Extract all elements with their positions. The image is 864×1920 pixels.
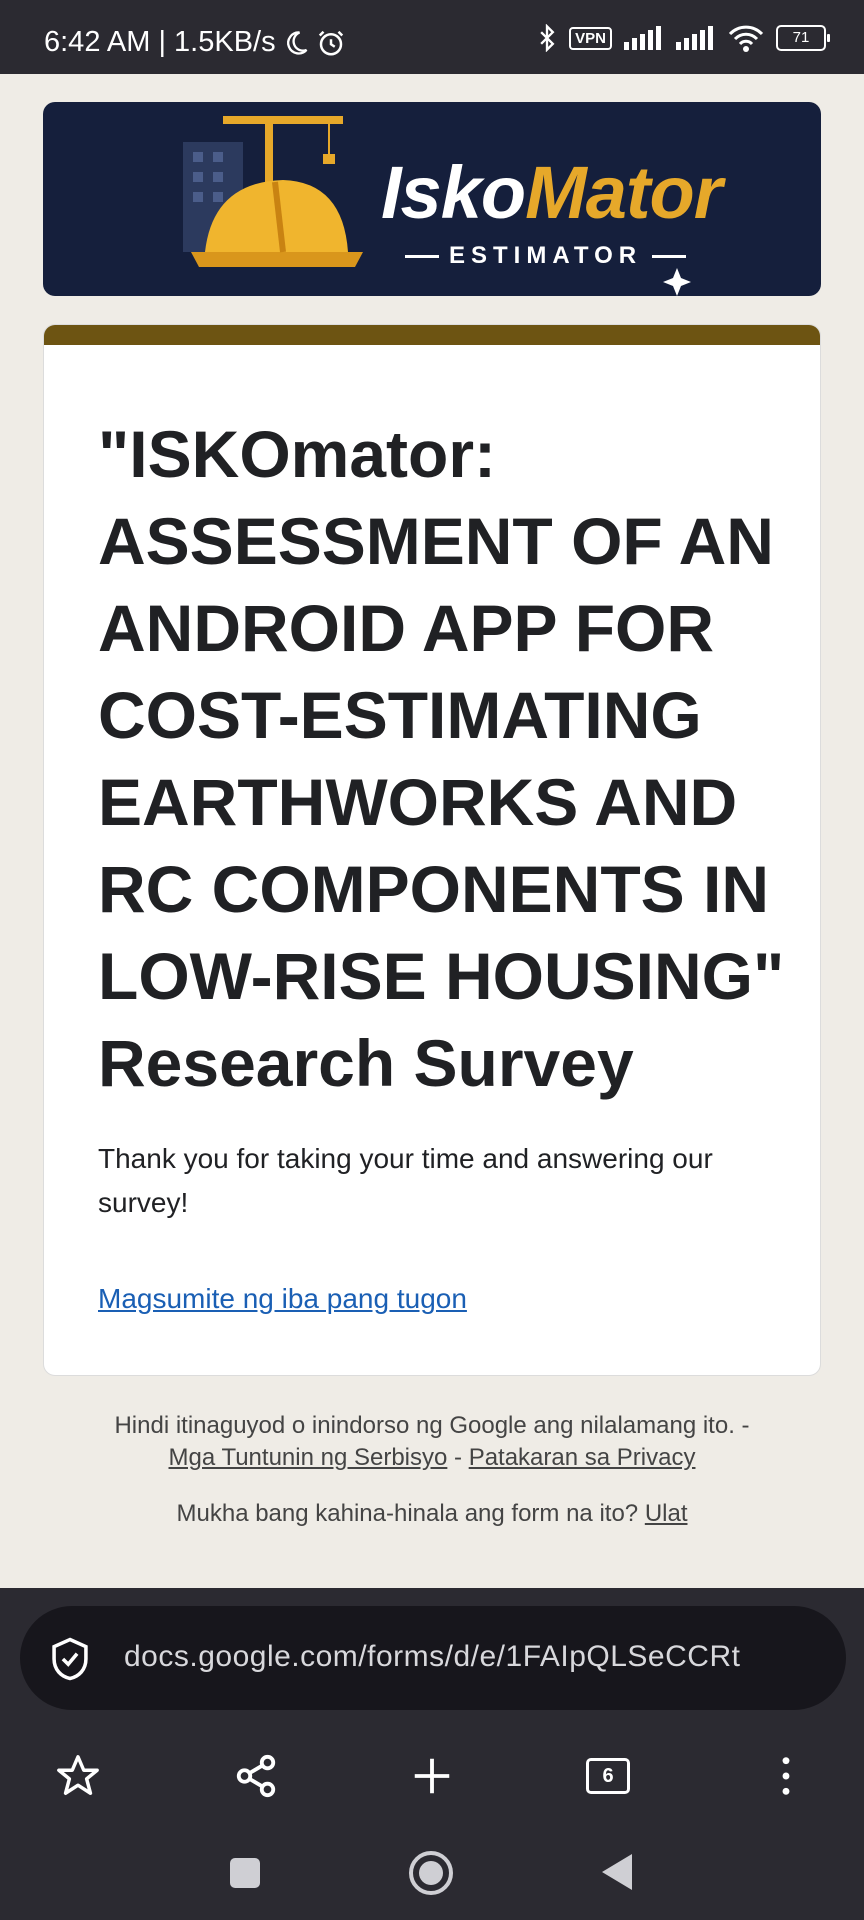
status-time-speed: 6:42 AM | 1.5KB/s [44,26,276,58]
browser-bottom-bar: docs.google.com/forms/d/e/1FAIpQLSeCCRt … [0,1588,864,1920]
brand-title-part1: Isko [381,151,526,234]
browser-toolbar: 6 [0,1738,864,1818]
google-disclaimer: Hindi itinaguyod o inindorso ng Google a… [0,1410,864,1474]
more-vertical-icon [782,1757,790,1795]
report-link[interactable]: Ulat [645,1500,688,1527]
wifi-icon [728,25,764,52]
more-menu-button[interactable] [756,1746,816,1806]
recents-icon[interactable] [228,1856,262,1890]
tabs-button[interactable]: 6 [578,1746,638,1806]
suspicious-form-text: Mukha bang kahina-hinala ang form na ito… [176,1500,639,1527]
brand-title-part2: Mator [525,151,722,234]
tab-count-badge: 6 [586,1758,630,1794]
shield-check-icon[interactable] [48,1636,92,1682]
vpn-badge: VPN [569,26,612,50]
privacy-policy-link[interactable]: Patakaran sa Privacy [469,1444,696,1471]
share-button[interactable] [226,1746,286,1806]
form-confirmation-message: Thank you for taking your time and answe… [98,1143,713,1218]
card-accent-bar [44,325,820,345]
signal-icon [624,26,661,50]
address-bar[interactable]: docs.google.com/forms/d/e/1FAIpQLSeCCRt [20,1606,846,1710]
system-navigation-bar [0,1836,864,1920]
back-icon[interactable] [600,1852,634,1892]
brand-subtitle: ESTIMATOR [395,242,696,270]
footer-separator: - [447,1444,469,1471]
signal-icon-2 [676,26,713,50]
alarm-icon [318,30,343,55]
home-icon[interactable] [408,1850,454,1896]
report-abuse-line: Mukha bang kahina-hinala ang form na ito… [0,1500,864,1528]
terms-of-service-link[interactable]: Mga Tuntunin ng Serbisyo [169,1444,448,1471]
status-left: 6:42 AM | 1.5KB/s [44,26,346,59]
disclaimer-text: Hindi itinaguyod o inindorso ng Google a… [114,1412,750,1439]
url-text[interactable]: docs.google.com/forms/d/e/1FAIpQLSeCCRt [124,1640,824,1674]
status-right: VPN 71 [537,24,830,52]
star-icon [57,1755,99,1795]
form-confirmation-card: "ISKOmator: ASSESSMENT OF AN ANDROID APP… [43,324,821,1376]
new-tab-button[interactable] [402,1746,462,1806]
bookmark-star-button[interactable] [48,1746,108,1806]
status-bar: 6:42 AM | 1.5KB/s VPN 71 [0,0,864,74]
plus-icon [414,1758,450,1794]
bluetooth-icon [540,24,555,52]
battery-icon: 71 [776,25,830,51]
brand-logo-text: IskoMator [381,150,723,235]
form-title: "ISKOmator: ASSESSMENT OF AN ANDROID APP… [98,417,785,1100]
moon-icon [286,30,307,55]
form-banner: IskoMator ESTIMATOR [43,102,821,296]
submit-another-response-link[interactable]: Magsumite ng iba pang tugon [98,1283,467,1315]
share-icon [236,1754,276,1798]
